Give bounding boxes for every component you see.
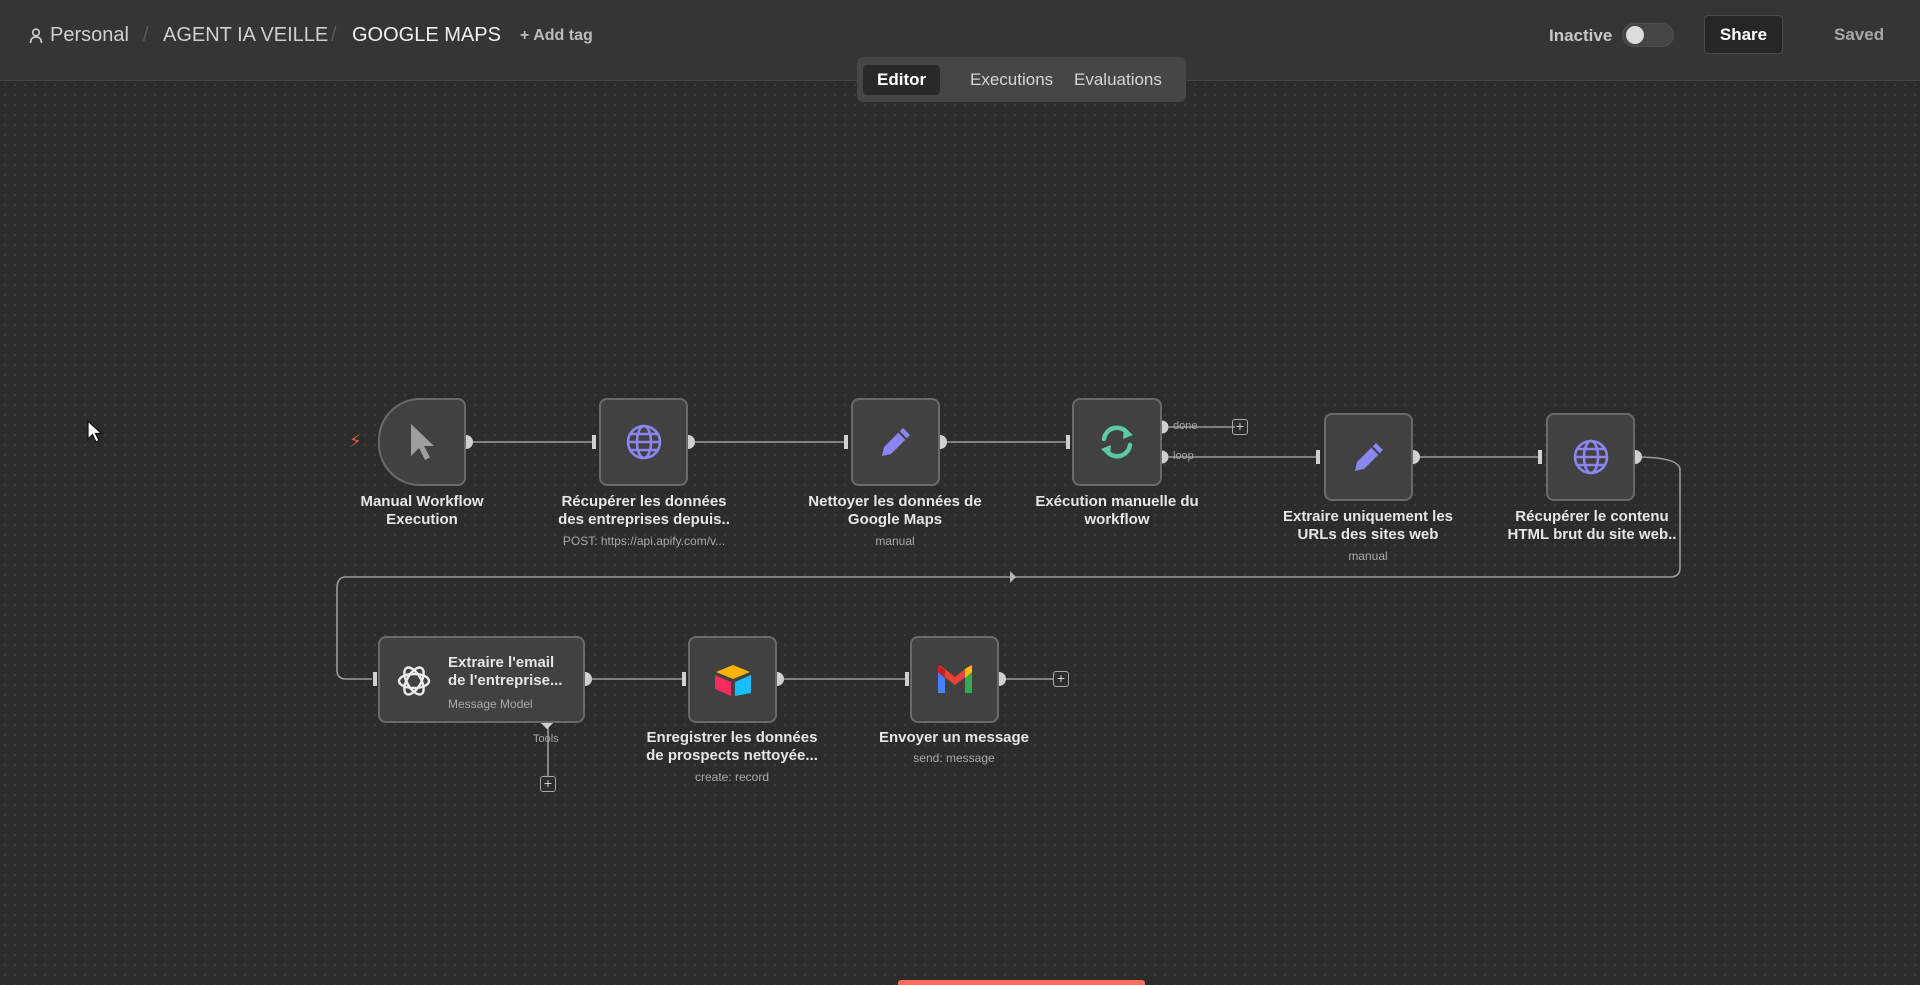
- node-subtitle: manual: [875, 534, 915, 548]
- workflow-name[interactable]: GOOGLE MAPS: [352, 24, 501, 47]
- view-tabs: Editor Executions Evaluations: [857, 57, 1186, 102]
- bolt-icon: ⚡: [349, 431, 362, 451]
- node-gmail[interactable]: [910, 636, 999, 723]
- active-status-label: Inactive: [1549, 26, 1613, 45]
- node-subtitle: create: record: [694, 770, 770, 784]
- bottom-action-button[interactable]: [898, 980, 1145, 985]
- node-label: Exécution manuelle du workflow: [1035, 493, 1199, 528]
- active-toggle[interactable]: [1622, 23, 1674, 47]
- node-fetch-html[interactable]: [1546, 413, 1635, 501]
- node-subtitle: send: message: [913, 751, 995, 765]
- pencil-icon: [1354, 443, 1383, 471]
- node-label: Manual Workflow Execution: [360, 493, 484, 528]
- node-label: Nettoyer les données de Google Maps: [808, 493, 982, 528]
- tab-executions[interactable]: Executions: [956, 65, 1067, 95]
- node-subtitle: Message Model: [448, 697, 533, 711]
- node-label: Récupérer les données des entreprises dep…: [558, 493, 730, 528]
- saved-status: Saved: [1834, 25, 1885, 44]
- output-label-loop: loop: [1173, 450, 1194, 462]
- globe-icon: [626, 424, 661, 460]
- node-subtitle: manual: [1348, 549, 1388, 563]
- node-label: Extraire l'email de l'entreprise...: [448, 654, 563, 689]
- node-extract-urls[interactable]: [1324, 413, 1413, 501]
- pencil-icon: [881, 428, 910, 456]
- tools-connector-label: Tools: [533, 733, 559, 745]
- openai-icon: [397, 666, 431, 696]
- node-manual-trigger[interactable]: [378, 398, 466, 486]
- node-label: Extraire uniquement les URLs des sites we…: [1282, 508, 1454, 543]
- toggle-knob: [1626, 26, 1644, 44]
- breadcrumb-separator: /: [331, 24, 337, 46]
- node-extract-email[interactable]: Extraire l'email de l'entreprise... Messa…: [378, 636, 585, 723]
- node-fetch-companies[interactable]: [599, 398, 688, 486]
- gmail-icon: [937, 664, 972, 693]
- loop-icon: [1101, 425, 1133, 459]
- node-label: Récupérer le contenu HTML brut du site we…: [1507, 508, 1677, 543]
- output-label-done: done: [1173, 420, 1198, 432]
- airtable-icon: [714, 664, 751, 696]
- node-subtitle: POST: https://api.apify.com/v...: [562, 534, 726, 548]
- add-tag-button[interactable]: + Add tag: [520, 27, 593, 45]
- tab-editor[interactable]: Editor: [863, 65, 941, 95]
- add-node-button[interactable]: +: [1232, 419, 1248, 435]
- cursor-icon: [411, 424, 434, 460]
- node-airtable[interactable]: [688, 636, 777, 723]
- node-loop[interactable]: [1072, 398, 1162, 486]
- mouse-pointer-icon: [87, 420, 103, 443]
- breadcrumb-project[interactable]: AGENT IA VEILLE: [163, 24, 328, 47]
- node-clean-data[interactable]: [851, 398, 940, 486]
- breadcrumb-workspace[interactable]: Personal: [50, 24, 129, 47]
- add-node-button[interactable]: +: [1053, 671, 1069, 687]
- breadcrumb-separator: /: [143, 24, 149, 46]
- node-label: Enregistrer les données de prospects nett…: [646, 729, 818, 764]
- tab-evaluations[interactable]: Evaluations: [1060, 65, 1176, 95]
- globe-icon: [1573, 439, 1608, 475]
- person-icon: [29, 28, 43, 44]
- share-button[interactable]: Share: [1704, 15, 1783, 54]
- node-label: Envoyer un message: [878, 729, 1030, 746]
- add-tool-button[interactable]: +: [540, 776, 556, 792]
